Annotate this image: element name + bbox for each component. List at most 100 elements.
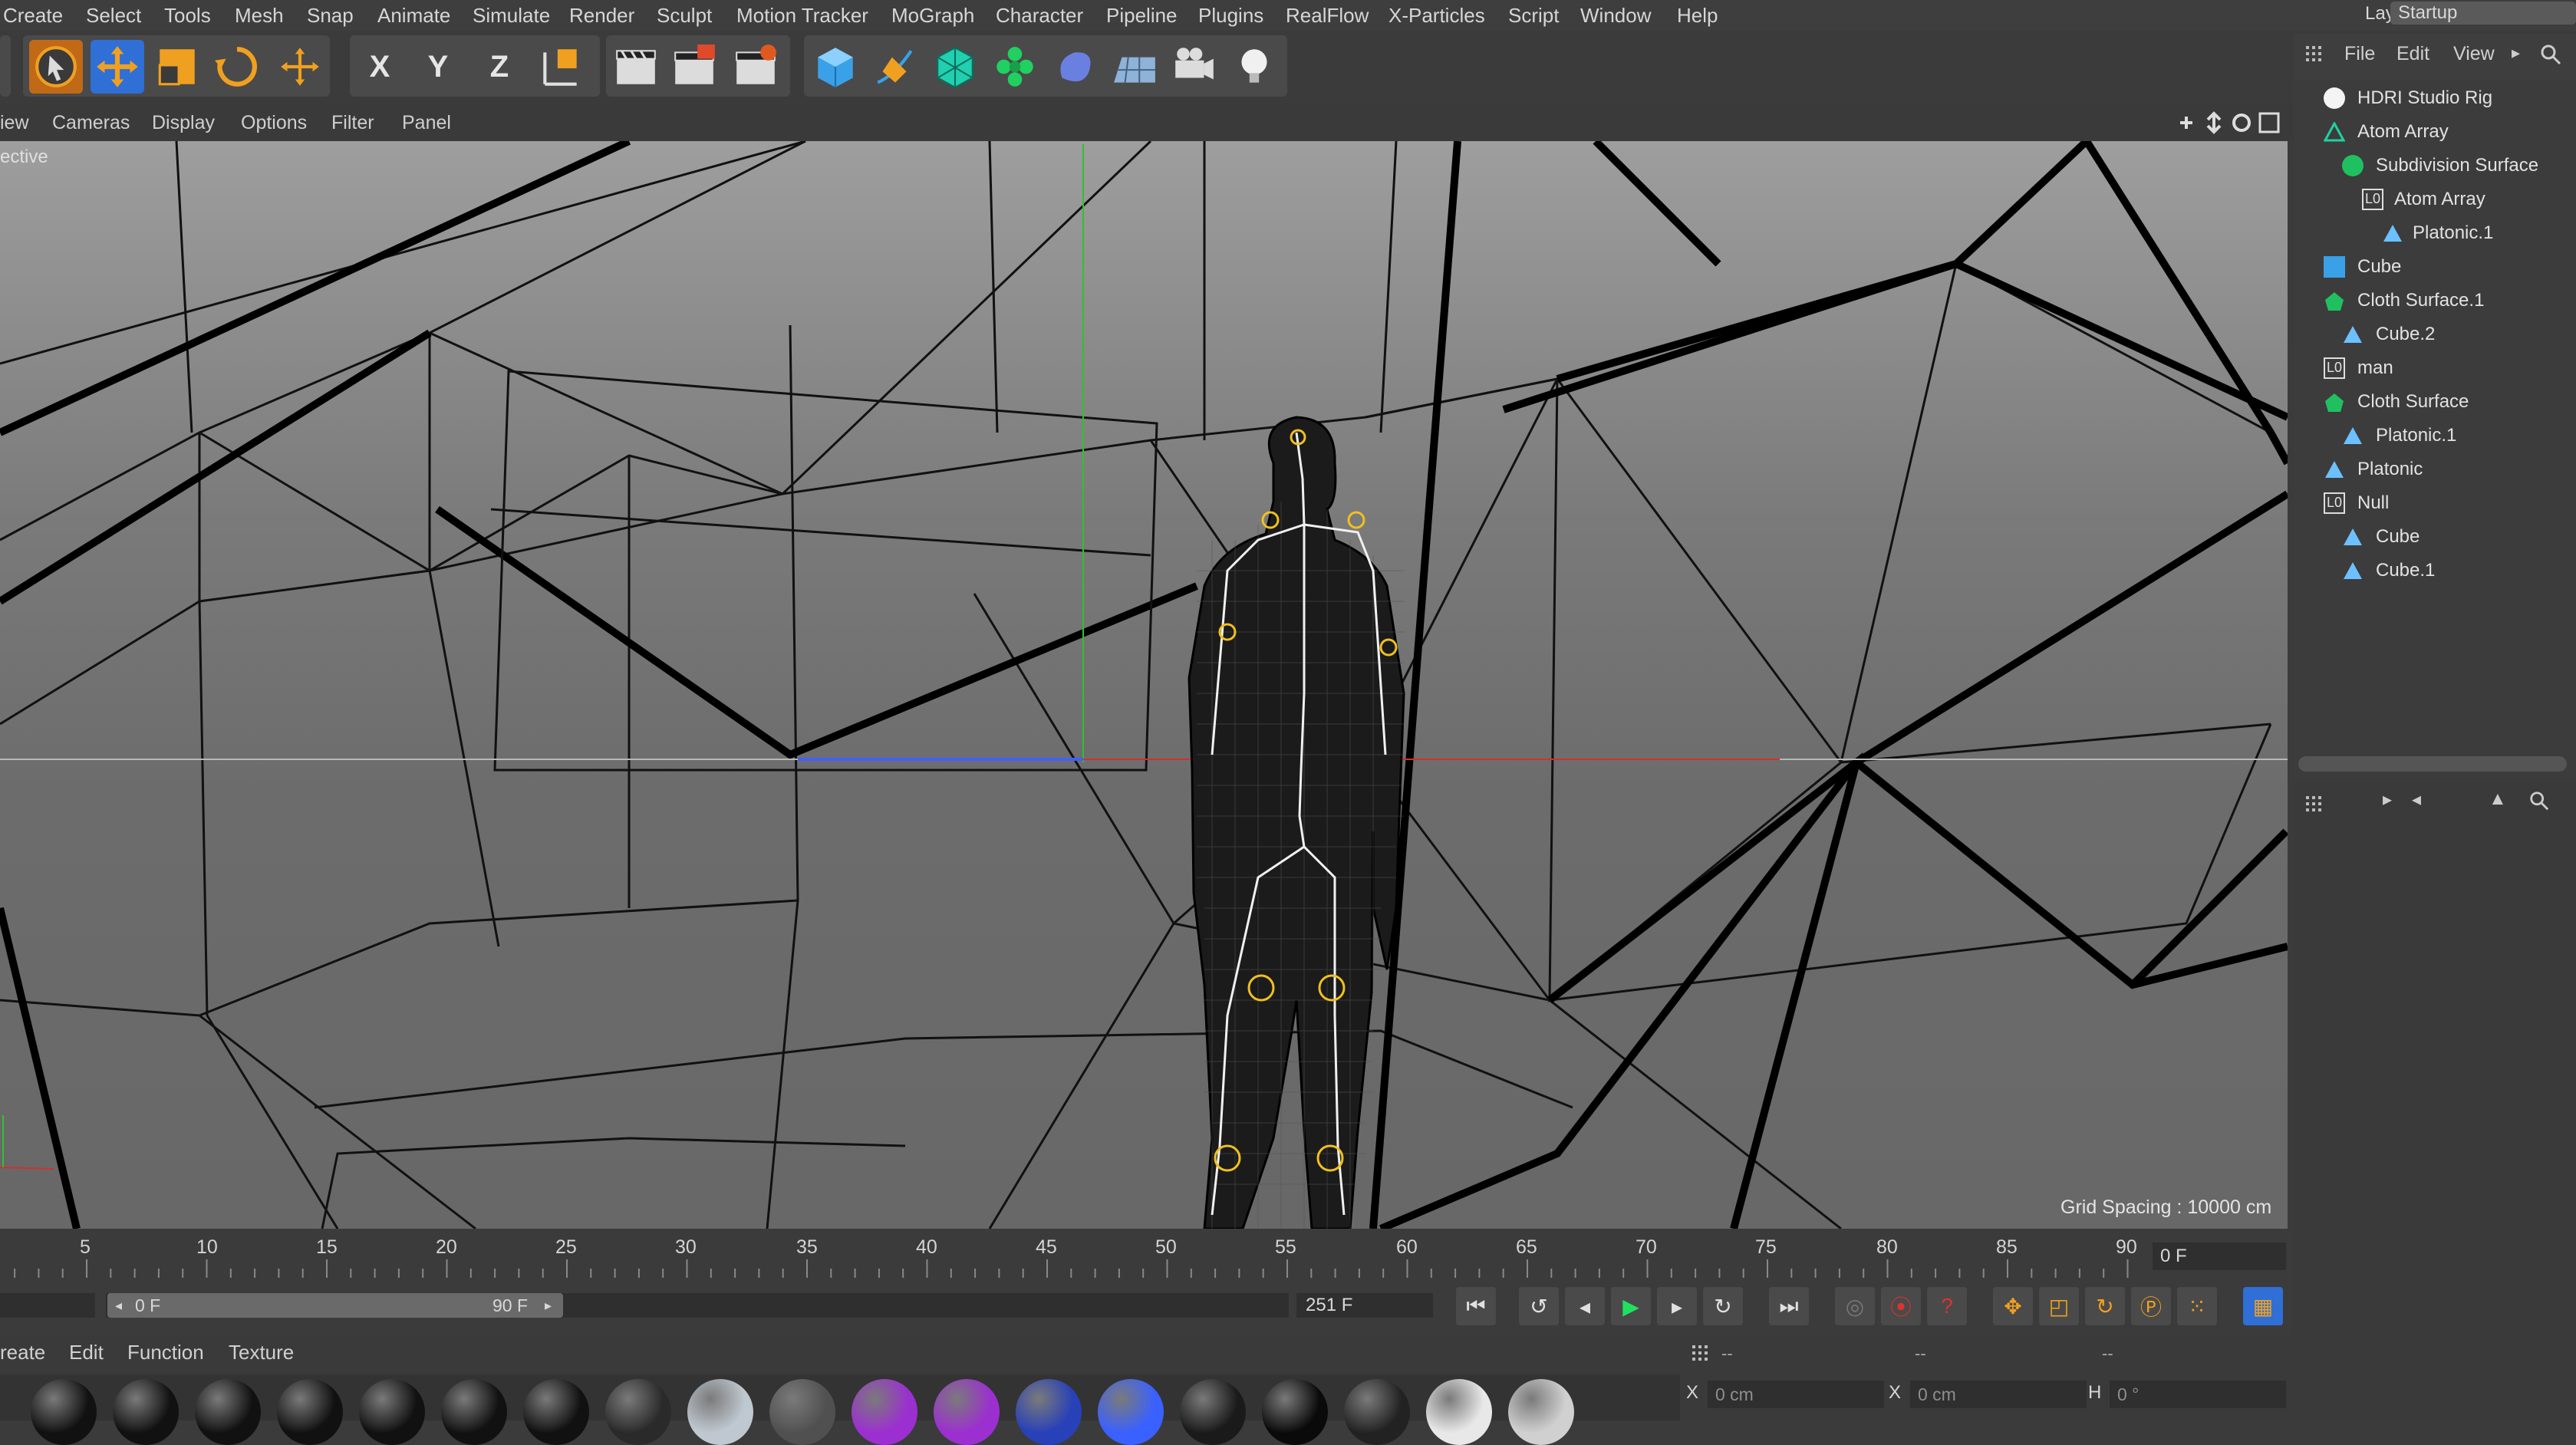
attr-arrow-icon[interactable]: ▸ <box>2383 788 2392 811</box>
viewport-menu-cameras[interactable]: Cameras <box>52 104 130 141</box>
camera-button[interactable] <box>1168 40 1221 94</box>
z-axis-button[interactable]: Z <box>473 40 526 94</box>
menu-plugins[interactable]: Plugins <box>1198 0 1263 31</box>
menu-window[interactable]: Window <box>1580 0 1651 31</box>
material-swatch[interactable] <box>1344 1379 1410 1445</box>
render-picture-viewer-button[interactable] <box>667 40 721 94</box>
key-rotation-button[interactable]: ↻ <box>2085 1287 2125 1325</box>
size-x-field[interactable]: 0 cm <box>1910 1381 2087 1408</box>
om-row-man[interactable]: L0 man <box>2298 351 2558 385</box>
om-row-null[interactable]: L0 Null <box>2298 486 2558 520</box>
x-axis-button[interactable]: X <box>353 40 407 94</box>
grip-icon[interactable] <box>1691 1344 1712 1365</box>
keyframe-selection-button[interactable]: ? <box>1927 1287 1967 1325</box>
material-swatch[interactable] <box>605 1379 671 1445</box>
viewport-menu-options[interactable]: Options <box>241 104 307 141</box>
render-settings-button[interactable] <box>729 40 782 94</box>
3d-viewport[interactable] <box>0 141 2288 1229</box>
key-position-button[interactable]: ✥ <box>1993 1287 2033 1325</box>
om-row-platonic[interactable]: Platonic <box>2298 453 2558 486</box>
om-row-cloth-surface[interactable]: Cloth Surface <box>2298 385 2558 419</box>
menu-simulate[interactable]: Simulate <box>473 0 550 31</box>
pen-button[interactable] <box>868 40 922 94</box>
render-view-button[interactable] <box>609 40 663 94</box>
mat-menu-function[interactable]: Function <box>127 1341 204 1364</box>
om-row-cube-1[interactable]: Cube.1 <box>2298 554 2558 588</box>
rotation-h-field[interactable]: 0 ° <box>2110 1381 2286 1408</box>
menu-snap[interactable]: Snap <box>307 0 354 31</box>
search-icon[interactable] <box>2539 43 2562 66</box>
om-row-platonic-1b[interactable]: Platonic.1 <box>2298 419 2558 453</box>
viewport-menu-filter[interactable]: Filter <box>331 104 374 141</box>
floor-button[interactable] <box>1108 40 1161 94</box>
material-swatch[interactable] <box>1180 1379 1246 1445</box>
light-button[interactable] <box>1227 40 1281 94</box>
grip-icon[interactable] <box>2304 44 2326 66</box>
menu-pipeline[interactable]: Pipeline <box>1106 0 1178 31</box>
select-tool-button[interactable] <box>29 40 83 94</box>
mat-menu-texture[interactable]: Texture <box>229 1341 294 1364</box>
timeline-window-button[interactable]: ▦ <box>2243 1287 2283 1325</box>
om-row-cube[interactable]: Cube <box>2298 250 2558 284</box>
menu-script[interactable]: Script <box>1508 0 1559 31</box>
record-keys-button[interactable]: ◎ <box>1835 1287 1875 1325</box>
material-swatch[interactable] <box>1098 1379 1164 1445</box>
material-swatch[interactable] <box>1426 1379 1492 1445</box>
previous-frame-button[interactable]: ◂ <box>1565 1287 1605 1325</box>
next-frame-button[interactable]: ▸ <box>1657 1287 1697 1325</box>
range-right-arrow-icon[interactable]: ▸ <box>545 1293 552 1318</box>
position-x-field[interactable]: 0 cm <box>1708 1381 1884 1408</box>
transform-tool-button[interactable] <box>273 40 327 94</box>
menu-x-particles[interactable]: X-Particles <box>1388 0 1485 31</box>
material-swatch[interactable] <box>195 1379 261 1445</box>
man-figure[interactable] <box>1188 416 1405 1229</box>
mat-menu-create[interactable]: reate <box>0 1341 45 1364</box>
menu-character[interactable]: Character <box>996 0 1083 31</box>
om-row-cube-2[interactable]: Cube.2 <box>2298 318 2558 351</box>
auto-keying-button[interactable]: ⦿ <box>1881 1287 1921 1325</box>
scale-tool-button[interactable] <box>150 40 204 94</box>
menu-help[interactable]: Help <box>1677 0 1718 31</box>
om-row-hdri-studio-rig[interactable]: HDRI Studio Rig <box>2298 81 2558 115</box>
current-frame-field[interactable]: 0 F <box>2153 1243 2286 1270</box>
material-swatch[interactable] <box>1508 1379 1574 1445</box>
menu-animate[interactable]: Animate <box>377 0 450 31</box>
cube-button[interactable] <box>809 40 862 94</box>
menu-motion-tracker[interactable]: Motion Tracker <box>736 0 868 31</box>
menu-select[interactable]: Select <box>86 0 141 31</box>
material-swatch[interactable] <box>934 1379 1000 1445</box>
material-swatch[interactable] <box>1262 1379 1328 1445</box>
layout-select[interactable]: Startup <box>2390 2 2576 25</box>
viewport-nav-icons[interactable] <box>2174 110 2281 135</box>
viewport-menu-panel[interactable]: Panel <box>402 104 451 141</box>
menu-realflow[interactable]: RealFlow <box>1286 0 1369 31</box>
om-row-subdivision-surface[interactable]: Subdivision Surface <box>2298 149 2558 183</box>
material-swatch[interactable] <box>359 1379 425 1445</box>
next-key-button[interactable]: ↻ <box>1703 1287 1743 1325</box>
material-swatch[interactable] <box>1016 1379 1082 1445</box>
material-swatch[interactable] <box>769 1379 835 1445</box>
om-menu-edit[interactable]: Edit <box>2396 43 2429 65</box>
key-scale-button[interactable]: ◰ <box>2039 1287 2079 1325</box>
menu-render[interactable]: Render <box>569 0 634 31</box>
om-menu-view[interactable]: View <box>2453 43 2495 65</box>
move-tool-button[interactable] <box>91 40 144 94</box>
menu-create[interactable]: Create <box>3 0 63 31</box>
key-point-level-button[interactable]: ⁙ <box>2177 1287 2217 1325</box>
viewport-menu-display[interactable]: Display <box>152 104 215 141</box>
go-to-end-button[interactable]: ⏭ <box>1769 1287 1809 1325</box>
up-arrow-icon[interactable]: ▲ <box>2489 788 2507 810</box>
menu-tools[interactable]: Tools <box>164 0 211 31</box>
om-row-cloth-surface-1[interactable]: Cloth Surface.1 <box>2298 284 2558 318</box>
om-row-atom-array[interactable]: Atom Array <box>2298 115 2558 149</box>
y-axis-button[interactable]: Y <box>411 40 465 94</box>
play-button[interactable]: ▶ <box>1611 1287 1651 1325</box>
end-frame-field[interactable]: 251 F <box>1296 1293 1433 1318</box>
search-icon[interactable] <box>2528 790 2550 811</box>
menu-mograph[interactable]: MoGraph <box>891 0 974 31</box>
start-frame-field[interactable] <box>0 1293 95 1318</box>
coordinate-system-button[interactable] <box>534 40 588 94</box>
rotate-tool-button[interactable] <box>210 40 264 94</box>
previous-key-button[interactable]: ↺ <box>1519 1287 1559 1325</box>
back-arrow-icon[interactable]: ◂ <box>2412 788 2421 811</box>
